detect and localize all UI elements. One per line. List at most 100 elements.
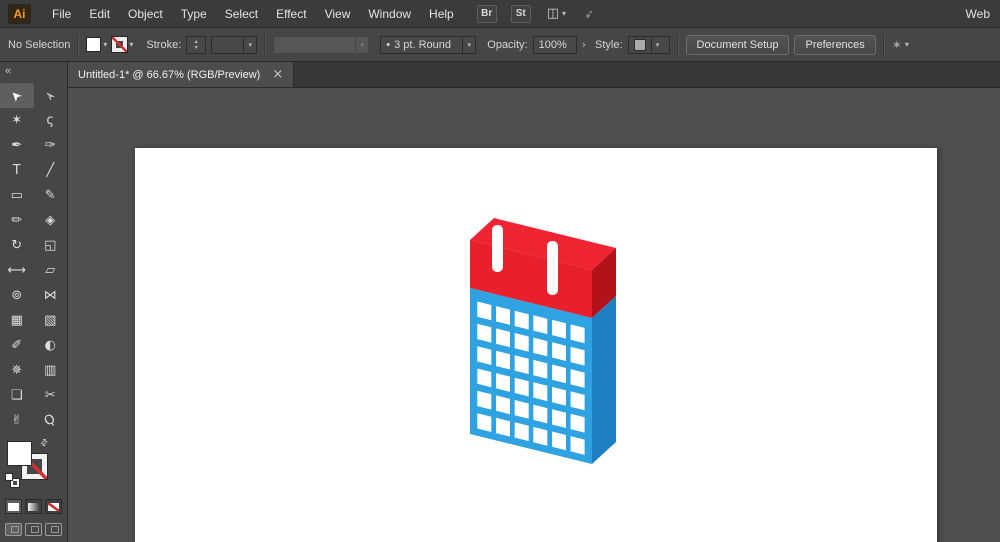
fill-color-control[interactable]: ▾: [86, 37, 107, 52]
artboard-tool-icon: ❏: [11, 389, 23, 402]
scale-tool-icon: ◱: [44, 239, 56, 252]
opacity-label[interactable]: Opacity:: [487, 39, 527, 51]
default-fill-stroke-icon[interactable]: [5, 473, 19, 487]
menu-item-window[interactable]: Window: [359, 7, 420, 21]
select-similar-icon: ✶: [892, 38, 902, 52]
style-swatch: [634, 39, 646, 51]
calendar-body-side-face: [592, 296, 616, 464]
blend-tool[interactable]: ◐: [34, 333, 68, 358]
close-tab-icon[interactable]: ×: [272, 68, 283, 81]
artboard-tool[interactable]: ❏: [0, 383, 34, 408]
corner-style-value: 3 pt. Round: [394, 39, 451, 51]
slice-tool[interactable]: ✂: [34, 383, 68, 408]
app-logo-icon[interactable]: Ai: [8, 4, 31, 24]
stroke-none-swatch: [112, 37, 127, 52]
lasso-tool[interactable]: ς: [34, 108, 68, 133]
mesh-tool[interactable]: ▦: [0, 308, 34, 333]
slice-tool-icon: ✂: [45, 389, 56, 402]
chevron-right-icon[interactable]: ›: [582, 38, 586, 51]
rectangle-tool[interactable]: ▭: [0, 183, 34, 208]
bridge-button[interactable]: Br: [477, 5, 497, 23]
chevron-down-icon: ▾: [243, 37, 256, 53]
corner-style-dropdown[interactable]: • 3 pt. Round ▾: [380, 36, 476, 54]
chevron-down-icon: ▾: [129, 40, 133, 49]
menu-item-help[interactable]: Help: [420, 7, 463, 21]
chevron-down-icon: ▾: [462, 37, 475, 53]
hand-tool-icon: ✌: [11, 414, 22, 427]
swap-fill-stroke-icon[interactable]: ⇄: [39, 437, 51, 449]
rotate-tool-icon: ↻: [11, 239, 22, 252]
workspace-switcher[interactable]: Web: [966, 7, 990, 21]
menu-list: FileEditObjectTypeSelectEffectViewWindow…: [43, 7, 463, 21]
stock-button[interactable]: St: [511, 5, 531, 23]
brush-definition-dropdown: ▾: [273, 36, 369, 54]
menu-item-object[interactable]: Object: [119, 7, 172, 21]
perspective-grid-tool[interactable]: ⋈: [34, 283, 68, 308]
direct-selection-tool-icon: ➢: [42, 87, 59, 104]
separator: [264, 33, 266, 56]
tools-panel-header: «: [0, 62, 67, 79]
document-tab[interactable]: Untitled-1* @ 66.67% (RGB/Preview) ×: [68, 62, 294, 87]
type-tool[interactable]: T: [0, 158, 34, 183]
menu-bar: Ai FileEditObjectTypeSelectEffectViewWin…: [0, 0, 1000, 28]
collapse-panel-icon[interactable]: «: [5, 65, 11, 77]
draw-inside-button[interactable]: [45, 523, 62, 536]
separator: [883, 33, 885, 56]
stroke-weight-stepper[interactable]: ▴ ▾: [186, 36, 206, 54]
none-button[interactable]: [45, 499, 62, 514]
stepper-down-icon[interactable]: ▾: [195, 45, 198, 51]
gradient-button[interactable]: [25, 499, 42, 514]
menu-item-effect[interactable]: Effect: [267, 7, 315, 21]
width-tool[interactable]: ⟷: [0, 258, 34, 283]
shape-builder-tool[interactable]: ⊚: [0, 283, 34, 308]
menu-item-edit[interactable]: Edit: [80, 7, 119, 21]
color-button[interactable]: [5, 499, 22, 514]
menu-item-view[interactable]: View: [316, 7, 360, 21]
curvature-tool[interactable]: ✑: [34, 133, 68, 158]
chevron-down-icon: ▾: [355, 37, 368, 53]
fill-swatch[interactable]: [7, 441, 32, 466]
opacity-field[interactable]: 100%: [533, 36, 577, 54]
gpu-performance-icon[interactable]: ➶: [583, 6, 595, 22]
paintbrush-tool[interactable]: ✎: [34, 183, 68, 208]
scale-tool[interactable]: ◱: [34, 233, 68, 258]
magic-wand-tool[interactable]: ✶: [0, 108, 34, 133]
eraser-tool[interactable]: ◈: [34, 208, 68, 233]
zoom-tool[interactable]: Ϙ: [34, 408, 68, 433]
menu-item-file[interactable]: File: [43, 7, 80, 21]
gradient-tool[interactable]: ▧: [34, 308, 68, 333]
menu-item-select[interactable]: Select: [216, 7, 267, 21]
stroke-weight-dropdown[interactable]: ▾: [211, 36, 257, 54]
stroke-color-control[interactable]: ▾: [112, 37, 133, 52]
eyedropper-tool[interactable]: ✐: [0, 333, 34, 358]
selection-tool[interactable]: ➤: [0, 83, 34, 108]
pen-tool[interactable]: ✒: [0, 133, 34, 158]
line-segment-tool[interactable]: ╱: [34, 158, 68, 183]
stroke-weight-label[interactable]: Stroke:: [146, 39, 181, 51]
arrange-documents-button[interactable]: ◫ ▾: [547, 6, 566, 21]
preferences-button[interactable]: Preferences: [794, 35, 875, 55]
hand-tool[interactable]: ✌: [0, 408, 34, 433]
menu-item-type[interactable]: Type: [172, 7, 216, 21]
free-transform-tool[interactable]: ▱: [34, 258, 68, 283]
document-setup-button[interactable]: Document Setup: [686, 35, 790, 55]
symbol-sprayer-tool[interactable]: ✵: [0, 358, 34, 383]
calendar-artwork[interactable]: [460, 205, 630, 500]
appearance-buttons: [0, 493, 67, 514]
draw-mode-buttons: [0, 514, 67, 536]
free-transform-tool-icon: ▱: [45, 264, 55, 277]
shaper-tool[interactable]: ✏: [0, 208, 34, 233]
style-dropdown[interactable]: ▾: [628, 36, 670, 54]
column-graph-tool[interactable]: ▥: [34, 358, 68, 383]
draw-behind-button[interactable]: [25, 523, 42, 536]
arrange-documents-icon: ◫: [547, 6, 559, 21]
canvas-pasteboard[interactable]: [68, 88, 1000, 542]
document-tab-strip: Untitled-1* @ 66.67% (RGB/Preview) ×: [68, 62, 1000, 88]
rotate-tool[interactable]: ↻: [0, 233, 34, 258]
draw-normal-button[interactable]: [5, 523, 22, 536]
direct-selection-tool[interactable]: ➢: [34, 83, 68, 108]
select-similar-control[interactable]: ✶ ▾: [892, 38, 909, 52]
shape-builder-tool-icon: ⊚: [11, 289, 22, 302]
tools-panel: « ➤ ➢ ✶ς✒✑T╱▭✎✏ ◈ ↻ ◱ ⟷ ▱ ⊚ ⋈▦▧✐◐✵▥ ❏ ✂ ✌ Ϙ ⇄: [0, 62, 68, 542]
eraser-tool-icon: ◈: [45, 214, 55, 227]
